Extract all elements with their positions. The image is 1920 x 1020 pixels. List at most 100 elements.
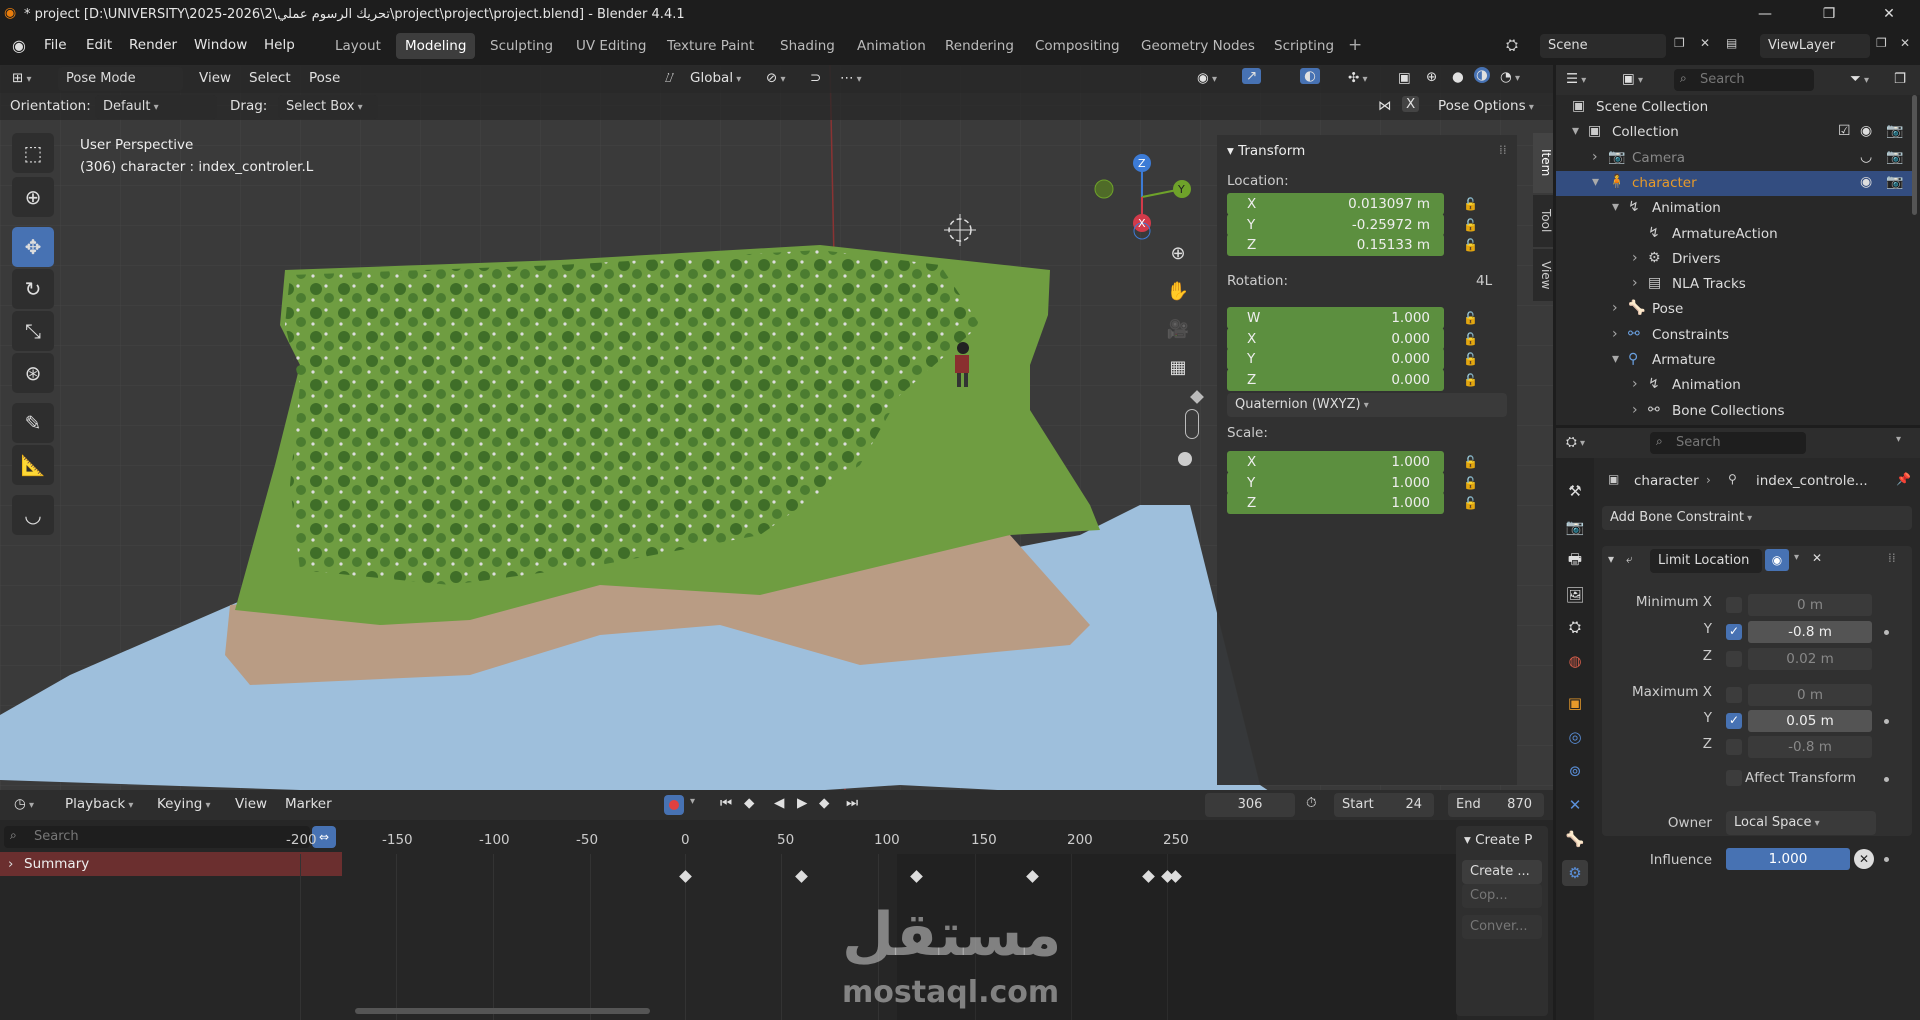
- lock-icon[interactable]: 🔓: [1463, 373, 1478, 387]
- visibility-eye-icon[interactable]: ◡: [1860, 149, 1872, 165]
- constraint-menu-icon[interactable]: ▾: [1794, 552, 1799, 563]
- outliner-row[interactable]: ▾ ↯ Animation: [1556, 196, 1916, 221]
- bone-constraint-tab-icon[interactable]: ⚙: [1562, 860, 1588, 886]
- mirror-icon[interactable]: ⋈: [1378, 98, 1392, 114]
- outliner-row[interactable]: › ▤ NLA Tracks: [1556, 272, 1916, 297]
- bone-tab-icon[interactable]: 🦴: [1562, 826, 1588, 852]
- tab-tool[interactable]: Tool: [1533, 195, 1553, 247]
- location-z-field[interactable]: Z 0.15133 m: [1227, 234, 1444, 256]
- max-x-checkbox[interactable]: [1726, 687, 1742, 703]
- outliner-row[interactable]: › ⚙ Drivers: [1556, 247, 1916, 272]
- menu-view[interactable]: View: [199, 70, 231, 86]
- zoom-icon[interactable]: ⊕: [1162, 237, 1194, 269]
- record-options-icon[interactable]: ▾: [690, 796, 695, 807]
- outliner-row[interactable]: ▾ 🧍 character ◉ 📷: [1556, 170, 1916, 196]
- max-x-field[interactable]: 0 m: [1748, 684, 1872, 706]
- remove-constraint-icon[interactable]: ✕: [1812, 551, 1822, 565]
- outliner-row[interactable]: ▣ Scene Collection: [1556, 95, 1916, 120]
- tab-texture-paint[interactable]: Texture Paint: [658, 33, 763, 59]
- tab-layout[interactable]: Layout: [326, 33, 390, 59]
- constraint-name-field[interactable]: Limit Location: [1650, 549, 1762, 573]
- minimize-icon[interactable]: —: [1742, 0, 1788, 28]
- visibility-icon[interactable]: ◉: [1197, 70, 1217, 86]
- annotate-tool[interactable]: ✎: [12, 403, 54, 443]
- current-frame-field[interactable]: 306: [1205, 793, 1295, 817]
- transform-gizmo-icon[interactable]: ✣: [1348, 70, 1368, 86]
- scale-y-field[interactable]: Y 1.000: [1227, 471, 1444, 494]
- tab-compositing[interactable]: Compositing: [1026, 33, 1129, 59]
- min-z-field[interactable]: 0.02 m: [1748, 648, 1872, 670]
- material-shading-icon[interactable]: ◑: [1474, 67, 1490, 83]
- tab-scripting[interactable]: Scripting: [1265, 33, 1343, 59]
- stopwatch-icon[interactable]: ⏱: [1306, 795, 1317, 811]
- scene-selector[interactable]: Scene: [1540, 34, 1666, 58]
- menu-playback[interactable]: Playback: [65, 796, 133, 812]
- transform-panel-title[interactable]: ▾ Transform: [1227, 143, 1305, 159]
- mode-selector[interactable]: Pose Mode: [58, 67, 183, 91]
- expand-arrow-icon[interactable]: ›: [1612, 326, 1618, 342]
- new-collection-icon[interactable]: ❐: [1894, 71, 1906, 87]
- gizmo-toggle-icon[interactable]: ↗: [1242, 68, 1262, 84]
- max-z-field[interactable]: -0.8 m: [1748, 736, 1872, 758]
- convert-button[interactable]: Conver...: [1462, 915, 1542, 939]
- scale-x-field[interactable]: X 1.000: [1227, 451, 1444, 473]
- blender-menu-icon[interactable]: ◉: [12, 36, 26, 55]
- rotation-mode-selector[interactable]: Quaternion (WXYZ): [1227, 393, 1507, 417]
- outliner-row[interactable]: ↯ ArmatureAction: [1556, 222, 1916, 247]
- solid-shading-icon[interactable]: ●: [1452, 69, 1464, 85]
- scene-tab-icon[interactable]: ⛭: [1562, 614, 1588, 640]
- outliner-row[interactable]: ▾ ▣ Collection ◉ 📷 ☑: [1556, 120, 1916, 145]
- summary-row[interactable]: › Summary: [0, 852, 342, 876]
- new-view-layer-icon[interactable]: ❐: [1876, 36, 1887, 50]
- add-workspace-icon[interactable]: +: [1348, 35, 1362, 55]
- owner-space-selector[interactable]: Local Space: [1726, 811, 1876, 835]
- scale-z-field[interactable]: Z 1.000: [1227, 492, 1444, 514]
- orientation-selector[interactable]: Default: [95, 95, 217, 119]
- filter-icon[interactable]: ⏷: [1850, 71, 1869, 87]
- expand-arrow-icon[interactable]: ▾: [1612, 199, 1619, 215]
- keyframe-marker[interactable]: [679, 870, 692, 883]
- pan-hand-icon[interactable]: ✋: [1162, 275, 1194, 307]
- menu-file[interactable]: File: [44, 37, 67, 53]
- snap-icon[interactable]: ⊃: [810, 70, 821, 86]
- pin-icon[interactable]: 📌: [1896, 472, 1911, 486]
- create-button[interactable]: Create ...: [1462, 860, 1542, 884]
- close-icon[interactable]: ✕: [1866, 0, 1912, 28]
- play-icon[interactable]: ▶: [797, 795, 807, 811]
- animate-dot-icon[interactable]: [1884, 630, 1889, 635]
- max-y-checkbox[interactable]: [1726, 713, 1742, 729]
- timeline-scrollbar[interactable]: [355, 1008, 650, 1014]
- view-layer-selector[interactable]: ViewLayer: [1760, 34, 1870, 58]
- camera-view-icon[interactable]: 🎥: [1162, 313, 1194, 345]
- expand-arrow-icon[interactable]: ▾: [1612, 351, 1619, 367]
- min-z-checkbox[interactable]: [1726, 651, 1742, 667]
- drag-selector[interactable]: Select Box: [278, 95, 378, 119]
- render-camera-icon[interactable]: 📷: [1886, 123, 1903, 139]
- min-x-checkbox[interactable]: [1726, 597, 1742, 613]
- object-constraint-tab-icon[interactable]: ⊚: [1562, 758, 1588, 784]
- view-layer-icon[interactable]: ▤: [1726, 36, 1737, 50]
- pose-options[interactable]: Pose Options: [1438, 98, 1534, 114]
- lock-icon[interactable]: 🔓: [1463, 496, 1478, 510]
- render-camera-icon[interactable]: 📷: [1886, 149, 1903, 165]
- max-z-checkbox[interactable]: [1726, 739, 1742, 755]
- overlay-toggle-icon[interactable]: ◐: [1300, 68, 1320, 84]
- lock-icon[interactable]: 🔓: [1463, 476, 1478, 490]
- tab-geometry-nodes[interactable]: Geometry Nodes: [1132, 33, 1264, 59]
- rotation-z-field[interactable]: Z 0.000: [1227, 368, 1444, 391]
- jump-start-icon[interactable]: ⏮: [720, 795, 732, 811]
- min-y-checkbox[interactable]: [1726, 624, 1742, 640]
- tab-animation[interactable]: Animation: [848, 33, 935, 59]
- rotation-y-field[interactable]: Y 0.000: [1227, 348, 1444, 370]
- snap-target-icon[interactable]: ⋯: [840, 70, 862, 86]
- menu-marker[interactable]: Marker: [285, 796, 332, 812]
- select-box-tool[interactable]: ⬚: [12, 133, 54, 173]
- tab-modeling[interactable]: Modeling: [396, 33, 476, 59]
- add-bone-constraint-button[interactable]: Add Bone Constraint: [1602, 506, 1912, 530]
- display-mode-icon[interactable]: ▣: [1622, 71, 1643, 87]
- create-panel-title[interactable]: ▾ Create P: [1464, 832, 1532, 848]
- tab-uv-editing[interactable]: UV Editing: [567, 33, 655, 59]
- output-tab-icon[interactable]: 🖶: [1562, 548, 1588, 574]
- orientation-icon[interactable]: ⌰: [665, 70, 674, 86]
- outliner-scrollbar[interactable]: [1912, 95, 1917, 215]
